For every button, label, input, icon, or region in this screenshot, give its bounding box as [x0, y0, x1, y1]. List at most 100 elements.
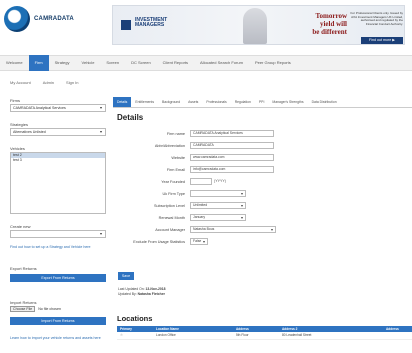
- banner-tagline: Tomorrow yield will be different: [277, 12, 347, 36]
- firm-name-label: Firm name: [166, 132, 185, 136]
- exclude-usage-value: False: [193, 239, 202, 243]
- strategies-select-value: Alternatives Unlisted: [13, 130, 46, 134]
- firm-email-input[interactable]: info@camradata.com: [190, 166, 274, 173]
- nav-strategy[interactable]: Strategy: [49, 55, 76, 71]
- firms-select-value: CAMRADATA Analytical Services: [13, 106, 66, 110]
- import-help-link[interactable]: Learn how to import your vehicle returns…: [10, 336, 110, 341]
- import-returns-label: Import Returns: [10, 300, 37, 305]
- subscription-level-select[interactable]: Unlimited ▾: [190, 202, 246, 209]
- tab-ppi[interactable]: PPI: [255, 97, 268, 107]
- vehicle-option[interactable]: test 3: [11, 158, 105, 163]
- main-navigation: Welcome Firm Strategy Vehicle Screen DC …: [0, 55, 412, 71]
- file-chooser[interactable]: Choose File No file chosen: [10, 306, 106, 313]
- export-returns-button[interactable]: Export From Returns: [10, 274, 106, 282]
- firm-email-label: Firm Email: [166, 168, 185, 172]
- nav-client-reports[interactable]: Client Reports: [157, 55, 194, 71]
- address-3-cell: [383, 332, 412, 340]
- table-row[interactable]: ☉ London Office 5th Floor 80 Leadenhall …: [117, 332, 412, 340]
- my-account-link[interactable]: My Account: [10, 80, 31, 85]
- sign-in-link[interactable]: Sign In: [66, 80, 78, 85]
- exclude-usage-label: Exclude From Usage Statistics: [133, 240, 185, 244]
- chevron-down-icon: ▾: [270, 227, 273, 232]
- details-heading: Details: [117, 113, 144, 122]
- banner-tag-line3: be different: [312, 28, 347, 36]
- account-manager-label: Account Manager: [155, 228, 185, 232]
- vehicles-listbox[interactable]: test 2 test 3: [10, 152, 106, 214]
- chevron-down-icon: ▾: [202, 239, 205, 244]
- chevron-down-icon: ▾: [240, 215, 243, 220]
- save-button[interactable]: Save: [118, 272, 134, 280]
- tab-entitlements[interactable]: Entitlements: [131, 97, 158, 107]
- nav-firm[interactable]: Firm: [28, 55, 49, 71]
- renewal-month-select[interactable]: January ▾: [190, 214, 246, 221]
- chevron-down-icon: ▾: [240, 203, 243, 208]
- axa-logo-icon: [121, 20, 131, 30]
- tab-regulation[interactable]: Regulation: [231, 97, 255, 107]
- import-returns-button[interactable]: Import From Returns: [10, 317, 106, 325]
- chevron-down-icon: ▾: [240, 191, 243, 196]
- exclude-usage-select[interactable]: False ▾: [190, 238, 208, 245]
- create-new-label: Create new: [10, 224, 31, 229]
- banner-disclaimer: For Professional Clients only. Issued by…: [350, 11, 403, 26]
- last-updated-label: Last Updated On:: [118, 287, 145, 291]
- banner-brand-line2: MANAGERS: [135, 22, 165, 28]
- abbreviation-input[interactable]: CAMRADATA: [190, 142, 274, 149]
- account-manager-select[interactable]: Natasha Bous ▾: [190, 226, 276, 233]
- renewal-month-label: Renewal Month: [158, 216, 185, 220]
- nav-screen[interactable]: Screen: [100, 55, 125, 71]
- nav-peer-group-reports[interactable]: Peer Group Reports: [249, 55, 297, 71]
- location-name-cell: London Office: [153, 332, 233, 340]
- locations-heading: Locations: [117, 314, 153, 323]
- banner-find-out-more-button[interactable]: Find out more ▶: [361, 37, 403, 44]
- firms-label: Firms: [10, 98, 20, 103]
- website-input[interactable]: www.camradata.com: [190, 154, 274, 161]
- firm-name-input[interactable]: CAMRADATA Analytical Services: [190, 130, 274, 137]
- update-info: Last Updated On: 13-Nov-2018 Updated By:…: [118, 287, 166, 297]
- nav-dc-screen[interactable]: DC Screen: [125, 55, 157, 71]
- account-manager-value: Natasha Bous: [193, 227, 215, 231]
- address-cell: 5th Floor: [233, 332, 279, 340]
- strategies-label: Strategies: [10, 122, 29, 127]
- website-label: Website: [171, 156, 185, 160]
- nav-vehicle[interactable]: Vehicle: [76, 55, 101, 71]
- logo-text[interactable]: CAMRADATA: [34, 16, 74, 22]
- nav-welcome[interactable]: Welcome: [0, 55, 29, 71]
- firm-type-select[interactable]: ▾: [190, 190, 246, 197]
- strategies-select[interactable]: Alternatives Unlisted ▾: [10, 128, 106, 136]
- tab-assets[interactable]: Assets: [184, 97, 202, 107]
- subscription-level-label: Subscription Level: [153, 204, 185, 208]
- primary-radio-icon[interactable]: ☉: [117, 332, 153, 340]
- vehicles-label: Vehicles: [10, 146, 25, 151]
- tab-managers-strengths[interactable]: Manager's Strengths: [268, 97, 307, 107]
- nav-allocated-search-forum[interactable]: Allocated Search Forum: [194, 55, 249, 71]
- year-founded-input[interactable]: [190, 178, 212, 185]
- no-file-text: No file chosen: [38, 307, 61, 311]
- locations-table: Primary Location Name Address Address 2 …: [117, 326, 412, 340]
- choose-file-button[interactable]: Choose File: [10, 306, 36, 312]
- admin-link[interactable]: Admin: [43, 80, 54, 85]
- year-founded-label: Year Founded: [161, 180, 185, 184]
- chevron-down-icon: ▾: [99, 105, 102, 110]
- account-navigation: My Account Admin Sign In: [10, 80, 78, 85]
- updated-by-line: Updated By: Natasha Fletcher: [118, 292, 166, 297]
- advertisement-banner[interactable]: INVESTMENT MANAGERS Tomorrow yield will …: [112, 5, 405, 45]
- address-2-cell: 80 Leadenhall Street: [279, 332, 383, 340]
- firm-type-label: Uk Firm Type: [162, 192, 185, 196]
- last-updated-value: 13-Nov-2018: [145, 287, 166, 291]
- banner-tag-line1: Tomorrow: [315, 12, 348, 20]
- camradata-logo-icon[interactable]: [4, 6, 30, 32]
- updated-by-label: Updated By:: [118, 292, 137, 296]
- renewal-month-value: January: [193, 215, 206, 219]
- year-format-hint: (YYYY): [214, 179, 226, 183]
- create-new-select[interactable]: ▾: [10, 230, 106, 238]
- tab-data-distribution[interactable]: Data Distribution: [308, 97, 341, 107]
- tab-details[interactable]: Details: [113, 97, 132, 107]
- firms-select[interactable]: CAMRADATA Analytical Services ▾: [10, 104, 106, 112]
- updated-by-value: Natasha Fletcher: [137, 292, 165, 296]
- tab-professionals[interactable]: Professionals: [202, 97, 230, 107]
- export-returns-label: Export Returns: [10, 266, 37, 271]
- setup-help-link[interactable]: Find out how to set up a Strategy and Ve…: [10, 245, 110, 250]
- abbreviation-label: Abbr/Abbreviation: [154, 144, 185, 148]
- banner-brand: INVESTMENT MANAGERS: [135, 18, 167, 28]
- tab-background[interactable]: Background: [158, 97, 184, 107]
